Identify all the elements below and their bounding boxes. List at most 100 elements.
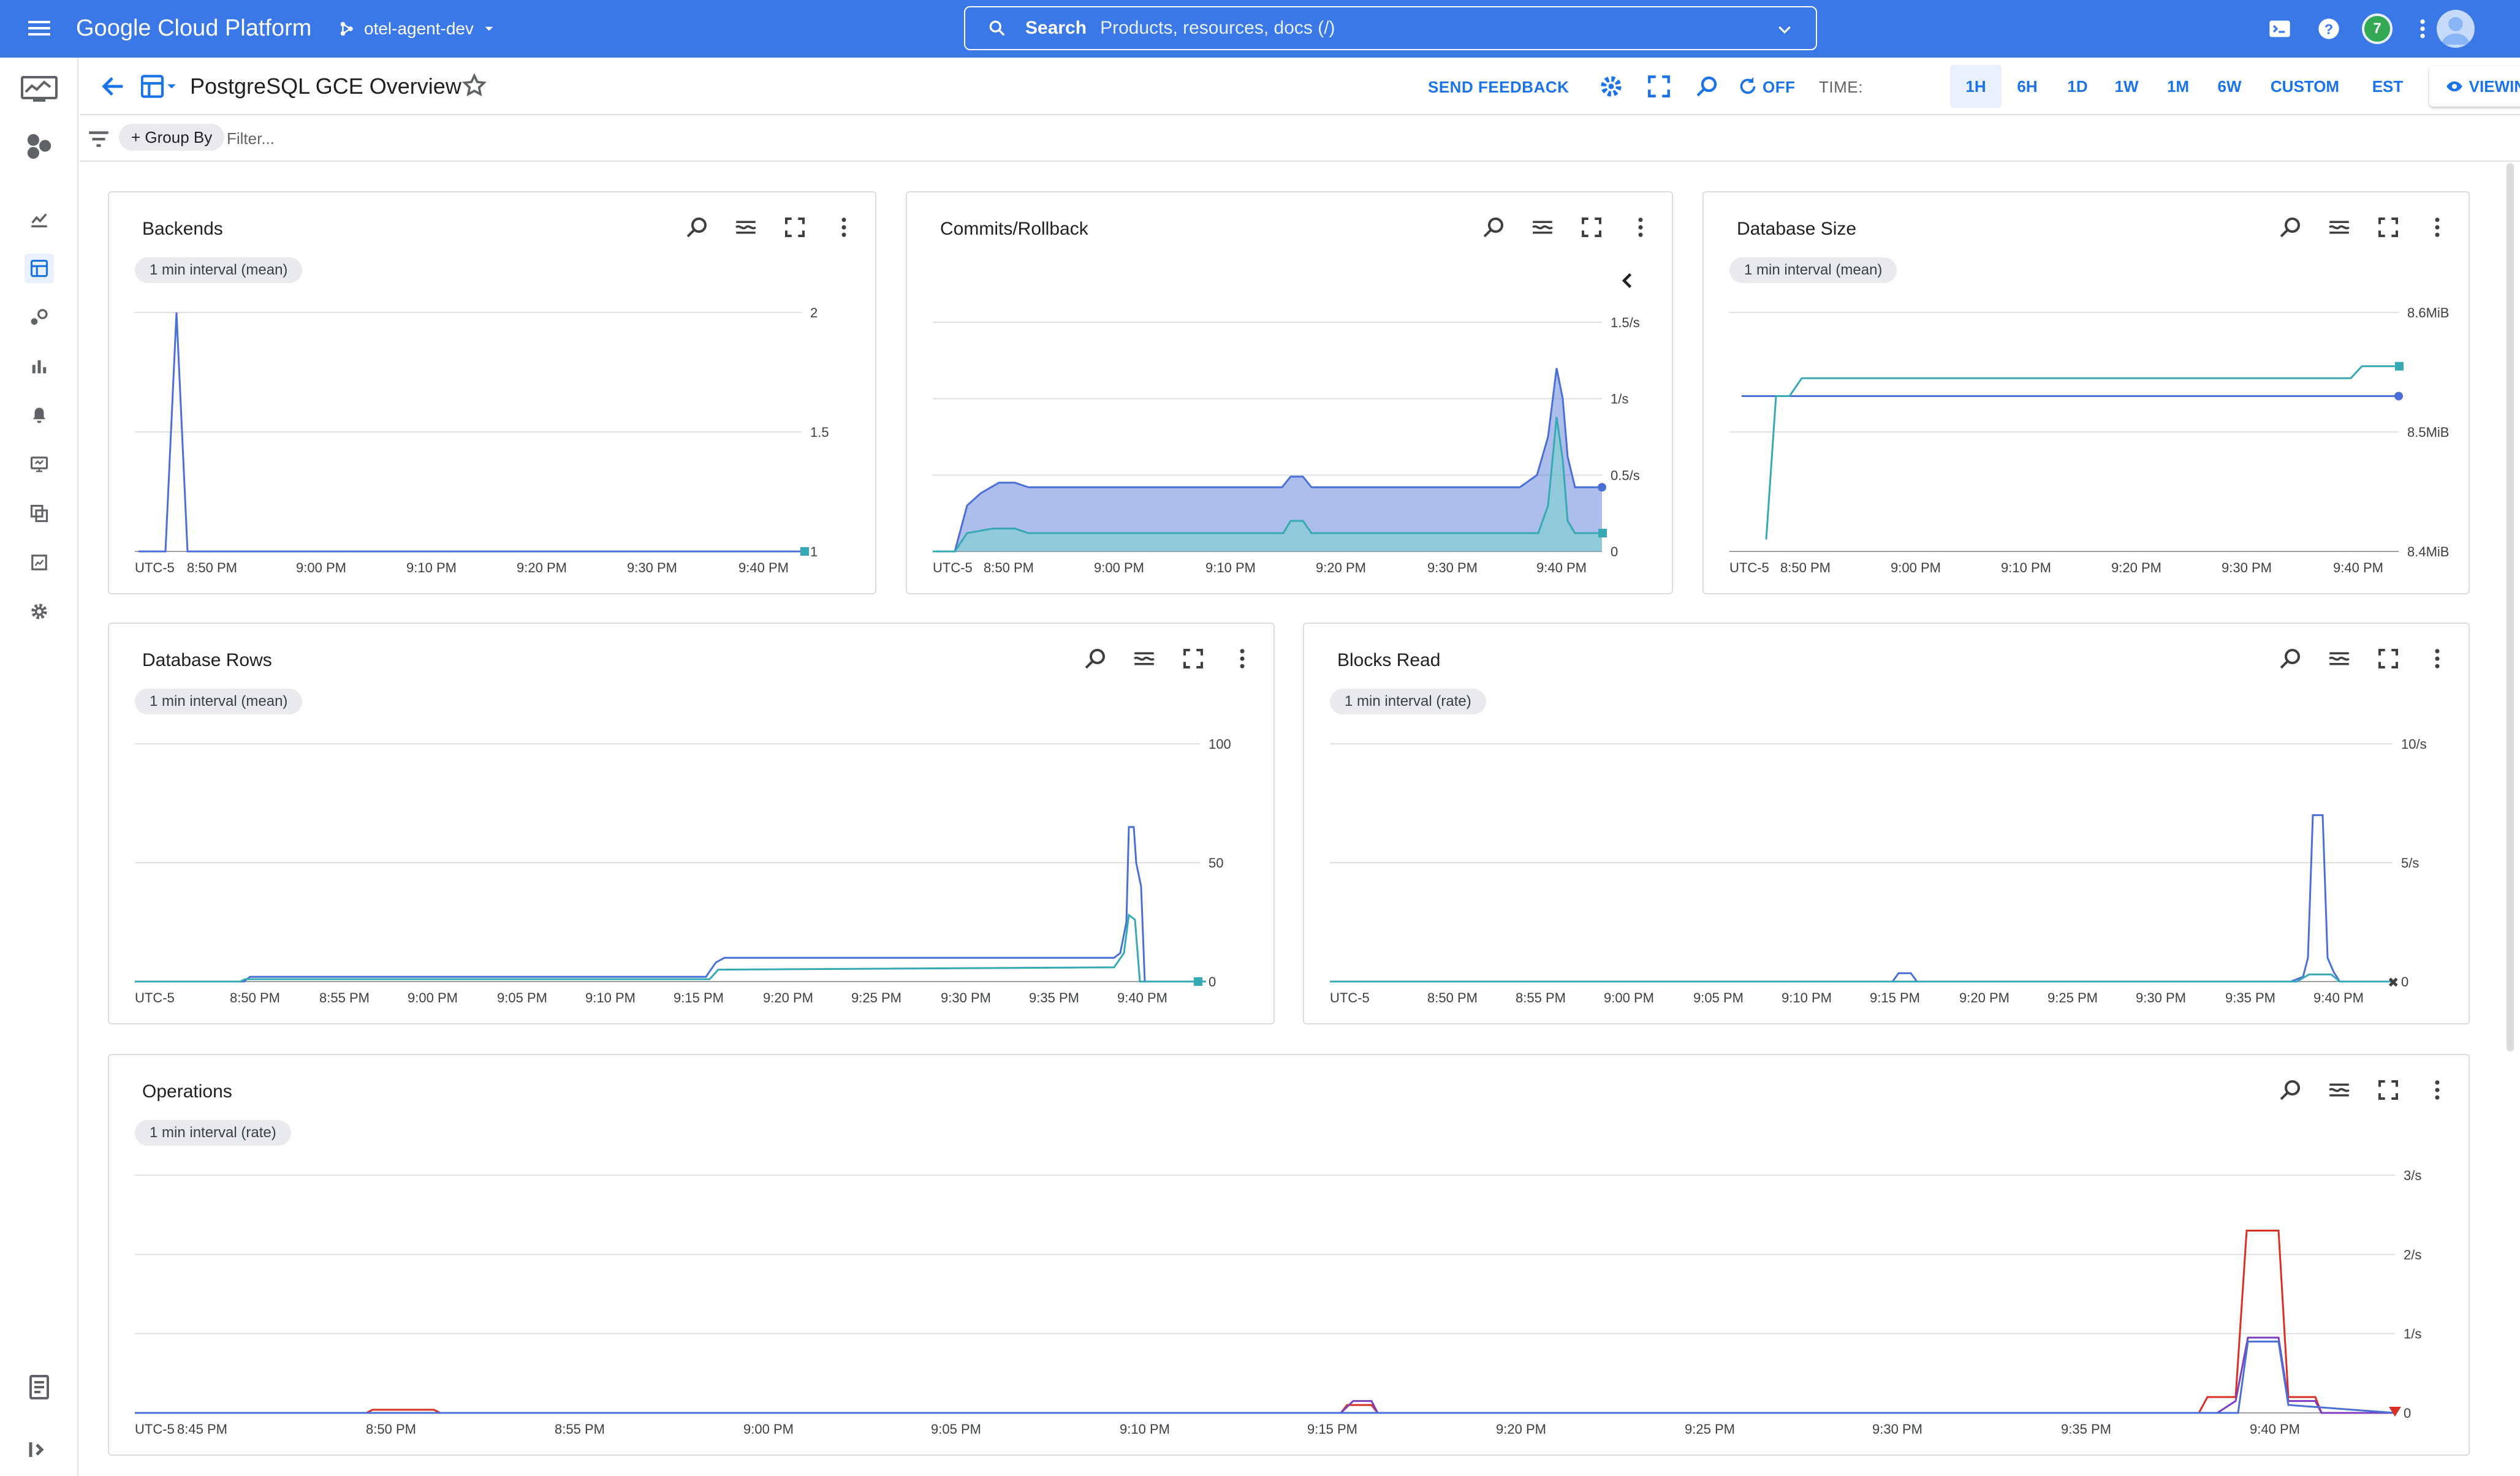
- brand-title[interactable]: Google Cloud Platform: [76, 13, 311, 43]
- y-tick-label: 0: [2401, 974, 2408, 990]
- time-label: TIME:: [1819, 78, 1863, 96]
- time-range-6h[interactable]: 6H: [2002, 65, 2053, 108]
- auto-refresh-toggle[interactable]: OFF: [1763, 75, 1796, 99]
- chart-card-database-rows: Database Rows 1 min interval (mean) 100 5…: [108, 623, 1275, 1024]
- group-by-chip[interactable]: + Group By: [119, 124, 225, 151]
- chart-plot-database-size[interactable]: 8.6MiB 8.5MiB 8.4MiB UTC-5 8:50 PM 9:00 PM 9:1…: [1704, 192, 2471, 596]
- help-icon[interactable]: ?: [2317, 17, 2341, 41]
- notifications-badge[interactable]: 7: [2362, 13, 2393, 44]
- rail-monitoring-logo[interactable]: [18, 75, 60, 104]
- release-notes-icon[interactable]: [25, 1372, 54, 1402]
- back-arrow-icon[interactable]: [99, 72, 127, 100]
- series-end-marker: [2395, 361, 2404, 371]
- series-end-marker: ✖: [2388, 975, 2399, 990]
- alerting-icon: [33, 407, 45, 423]
- chart-plot-operations[interactable]: 3/s 2/s 1/s 0 UTC-5 8:45 PM 8:50 PM 8:55 PM 9:00…: [109, 1055, 2471, 1457]
- series-commits-fill: [933, 368, 1602, 551]
- rail-services[interactable]: [25, 303, 54, 332]
- refresh-icon[interactable]: [1737, 74, 1759, 99]
- rail-dashboards[interactable]: [25, 254, 54, 283]
- dashboard-header: PostgreSQL GCE Overview SEND FEEDBACK OF…: [80, 58, 2520, 115]
- search-bar[interactable]: Search Products, resources, docs (/): [964, 6, 1817, 50]
- time-range-1w[interactable]: 1W: [2101, 65, 2152, 108]
- y-tick-label: 1/s: [1611, 392, 1628, 407]
- dashboards-icon: [30, 259, 48, 278]
- rail-overview[interactable]: [25, 131, 54, 161]
- rail-metrics-scope[interactable]: [25, 548, 54, 577]
- expand-nav-icon[interactable]: [25, 1435, 54, 1464]
- filter-input[interactable]: [227, 126, 840, 151]
- y-tick-label: 8.4MiB: [2407, 544, 2449, 559]
- cloud-shell-icon[interactable]: [2268, 17, 2292, 41]
- rail-alerting[interactable]: [25, 401, 54, 430]
- viewing-mode-button[interactable]: VIEWING: [2429, 66, 2520, 107]
- project-icon: [340, 21, 353, 36]
- x-tick-label: UTC-5: [1330, 990, 1370, 1005]
- send-feedback-button[interactable]: SEND FEEDBACK: [1428, 75, 1569, 99]
- scrollbar[interactable]: [2507, 163, 2514, 1051]
- account-avatar[interactable]: [2437, 10, 2475, 48]
- page-title: PostgreSQL GCE Overview: [190, 74, 461, 99]
- x-tick-label: 9:25 PM: [1685, 1421, 1735, 1437]
- series-line-dbrows-a: [135, 826, 1206, 983]
- rail-metrics-explorer[interactable]: [25, 205, 54, 234]
- x-tick-label: UTC-5: [135, 990, 175, 1005]
- y-tick-label: 8.5MiB: [2407, 425, 2449, 440]
- project-selector[interactable]: otel-agent-dev: [338, 16, 497, 42]
- series-end-marker: [1598, 529, 1607, 538]
- time-range-1m[interactable]: 1M: [2152, 65, 2204, 108]
- time-range-6w[interactable]: 6W: [2204, 65, 2255, 108]
- fullscreen-icon[interactable]: [1646, 74, 1672, 99]
- x-tick-label: 9:35 PM: [2225, 990, 2275, 1005]
- time-range-custom[interactable]: CUSTOM: [2259, 65, 2351, 108]
- expand-search-icon[interactable]: [1775, 21, 1794, 39]
- time-range-1d[interactable]: 1D: [2052, 65, 2103, 108]
- series-line-ops-blue: [135, 1341, 2396, 1414]
- x-tick-label: 8:50 PM: [984, 560, 1034, 575]
- filter-list-icon[interactable]: [86, 126, 112, 152]
- x-tick-label: UTC-5: [135, 560, 175, 575]
- dashboard-picker-icon[interactable]: [141, 74, 178, 99]
- series-end-marker: [1194, 977, 1202, 986]
- y-tick-label: 1.5/s: [1611, 315, 1640, 330]
- y-tick-label: 1.5: [810, 425, 829, 440]
- zoom-reset-icon[interactable]: [1694, 74, 1720, 99]
- chevron-down-icon: [485, 26, 493, 31]
- settings-gear-icon[interactable]: [1598, 74, 1624, 99]
- chart-plot-blocks-read[interactable]: 10/s 5/s 0 UTC-5 8:50 PM 8:55 PM 9:00 PM 9:05 P…: [1304, 624, 2471, 1026]
- search-label: Search: [1025, 18, 1087, 38]
- time-range-1h[interactable]: 1H: [1950, 65, 2002, 108]
- x-tick-label: 9:30 PM: [2136, 990, 2186, 1005]
- chart-card-blocks-read: Blocks Read 1 min interval (rate) 10/s 5/…: [1303, 623, 2470, 1024]
- more-vert-icon[interactable]: [2415, 17, 2431, 41]
- y-tick-label: 0: [2404, 1406, 2411, 1421]
- rail-settings[interactable]: [25, 597, 54, 626]
- x-tick-label: UTC-5: [1729, 560, 1769, 575]
- top-app-bar: Google Cloud Platform otel-agent-dev Sea…: [0, 0, 2520, 58]
- chart-plot-backends[interactable]: 2 1.5 1 UTC-5 8:50 PM 9:00 PM 9:10 PM 9:20 PM 9:…: [109, 192, 878, 596]
- project-name: otel-agent-dev: [364, 19, 474, 38]
- eye-icon: [2446, 81, 2462, 92]
- y-tick-label: 2: [810, 305, 818, 320]
- groups-icon: [30, 504, 48, 523]
- x-tick-label: UTC-5: [135, 1421, 175, 1437]
- x-tick-label: 9:30 PM: [2222, 560, 2272, 575]
- chart-plot-database-rows[interactable]: 100 50 0 UTC-5 8:50 PM 8:55 PM 9:00 PM 9:05 PM 9…: [109, 624, 1276, 1026]
- x-tick-label: 9:25 PM: [2048, 990, 2098, 1005]
- star-icon[interactable]: [461, 72, 488, 99]
- x-tick-label: 9:15 PM: [674, 990, 724, 1005]
- rail-groups[interactable]: [25, 499, 54, 528]
- x-tick-label: 9:30 PM: [1872, 1421, 1922, 1437]
- chart-plot-commits-rollback[interactable]: 1.5/s 1/s 0.5/s 0 UTC-5 8:50 PM 9:00 PM 9:10 PM…: [907, 192, 1674, 596]
- x-tick-label: 9:40 PM: [1536, 560, 1587, 575]
- timezone-selector[interactable]: EST: [2362, 65, 2413, 108]
- y-tick-label: 8.6MiB: [2407, 305, 2449, 320]
- x-tick-label: 9:30 PM: [941, 990, 991, 1005]
- x-tick-label: 9:10 PM: [1120, 1421, 1170, 1437]
- rail-uptime[interactable]: [25, 450, 54, 479]
- y-tick-label: 50: [1209, 855, 1223, 871]
- x-tick-label: 9:00 PM: [296, 560, 346, 575]
- viewing-label: VIEWING: [2469, 77, 2520, 96]
- main-menu-icon[interactable]: [25, 13, 54, 43]
- rail-charts[interactable]: [25, 352, 54, 381]
